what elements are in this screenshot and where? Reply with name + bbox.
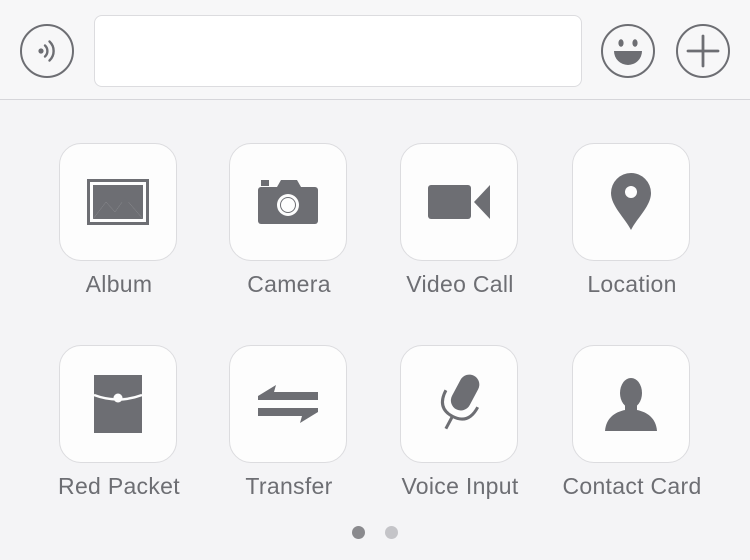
location-label: Location: [587, 271, 677, 297]
album-label: Album: [85, 271, 153, 297]
red-packet-tile[interactable]: Red Packet: [58, 345, 180, 499]
video-call-tile[interactable]: Video Call: [400, 143, 520, 297]
camera-label: Camera: [247, 271, 331, 297]
camera-icon: [258, 180, 318, 224]
map-pin-icon: [611, 173, 651, 230]
voice-input-button[interactable]: [400, 345, 518, 463]
camera-tile[interactable]: Camera: [229, 143, 349, 297]
transfer-button[interactable]: [229, 345, 347, 463]
video-call-button[interactable]: [400, 143, 518, 261]
location-button[interactable]: [572, 143, 690, 261]
plus-icon: [686, 34, 720, 68]
contact-card-tile[interactable]: Contact Card: [562, 345, 701, 499]
camera-button[interactable]: [229, 143, 347, 261]
album-button[interactable]: [59, 143, 177, 261]
red-packet-button[interactable]: [59, 345, 177, 463]
page-dot-active[interactable]: [352, 526, 365, 539]
contact-card-label: Contact Card: [562, 473, 702, 499]
voice-input-tile[interactable]: Voice Input: [400, 345, 520, 499]
page-dot-inactive[interactable]: [385, 526, 398, 539]
transfer-arrows-icon: [258, 385, 318, 423]
contact-card-button[interactable]: [572, 345, 690, 463]
voice-wave-icon: [38, 40, 55, 62]
video-call-label: Video Call: [406, 271, 514, 297]
voice-input-label: Voice Input: [401, 473, 519, 499]
transfer-label: Transfer: [245, 473, 333, 499]
album-tile[interactable]: Album: [59, 143, 179, 297]
location-tile[interactable]: Location: [572, 143, 692, 297]
image-icon: [87, 179, 149, 225]
emoji-smile-icon: [614, 39, 642, 65]
message-input[interactable]: [94, 15, 582, 87]
emoji-button[interactable]: [601, 24, 655, 78]
transfer-tile[interactable]: Transfer: [229, 345, 349, 499]
red-packet-label: Red Packet: [58, 473, 180, 499]
video-camera-icon: [428, 185, 490, 219]
chat-input-bar: [0, 0, 750, 100]
red-packet-icon: [93, 375, 143, 433]
microphone-icon: [440, 374, 480, 430]
more-options-button[interactable]: [676, 24, 730, 78]
voice-toggle-button[interactable]: [20, 24, 74, 78]
person-icon: [605, 378, 657, 431]
